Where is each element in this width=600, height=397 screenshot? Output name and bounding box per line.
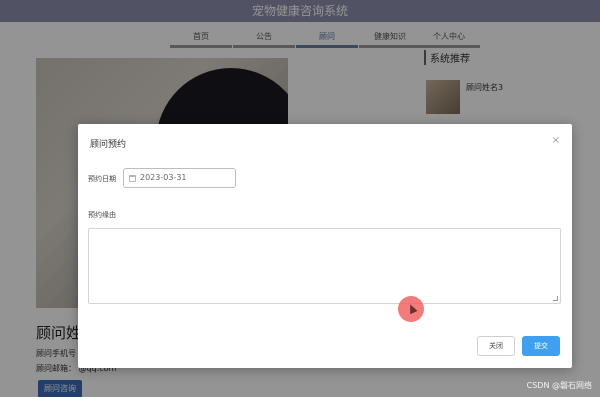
watermark: CSDN @磐石网络: [526, 381, 592, 390]
appointment-date-input[interactable]: 2023-03-31: [123, 168, 236, 188]
reason-label: 预约缘由: [88, 211, 116, 219]
calendar-icon: [129, 175, 136, 182]
resize-grip-icon[interactable]: [553, 296, 558, 301]
appointment-reason-textarea[interactable]: [88, 228, 561, 304]
appointment-modal: 顾问预约 × 预约日期 2023-03-31 预约缘由 关闭 提交: [78, 124, 572, 368]
date-label: 预约日期: [88, 175, 116, 183]
modal-title: 顾问预约: [90, 140, 127, 150]
close-button[interactable]: 关闭: [477, 336, 515, 356]
appointment-date-value: 2023-03-31: [140, 173, 187, 182]
submit-button[interactable]: 提交: [522, 336, 560, 356]
modal-close-icon[interactable]: ×: [552, 135, 560, 146]
